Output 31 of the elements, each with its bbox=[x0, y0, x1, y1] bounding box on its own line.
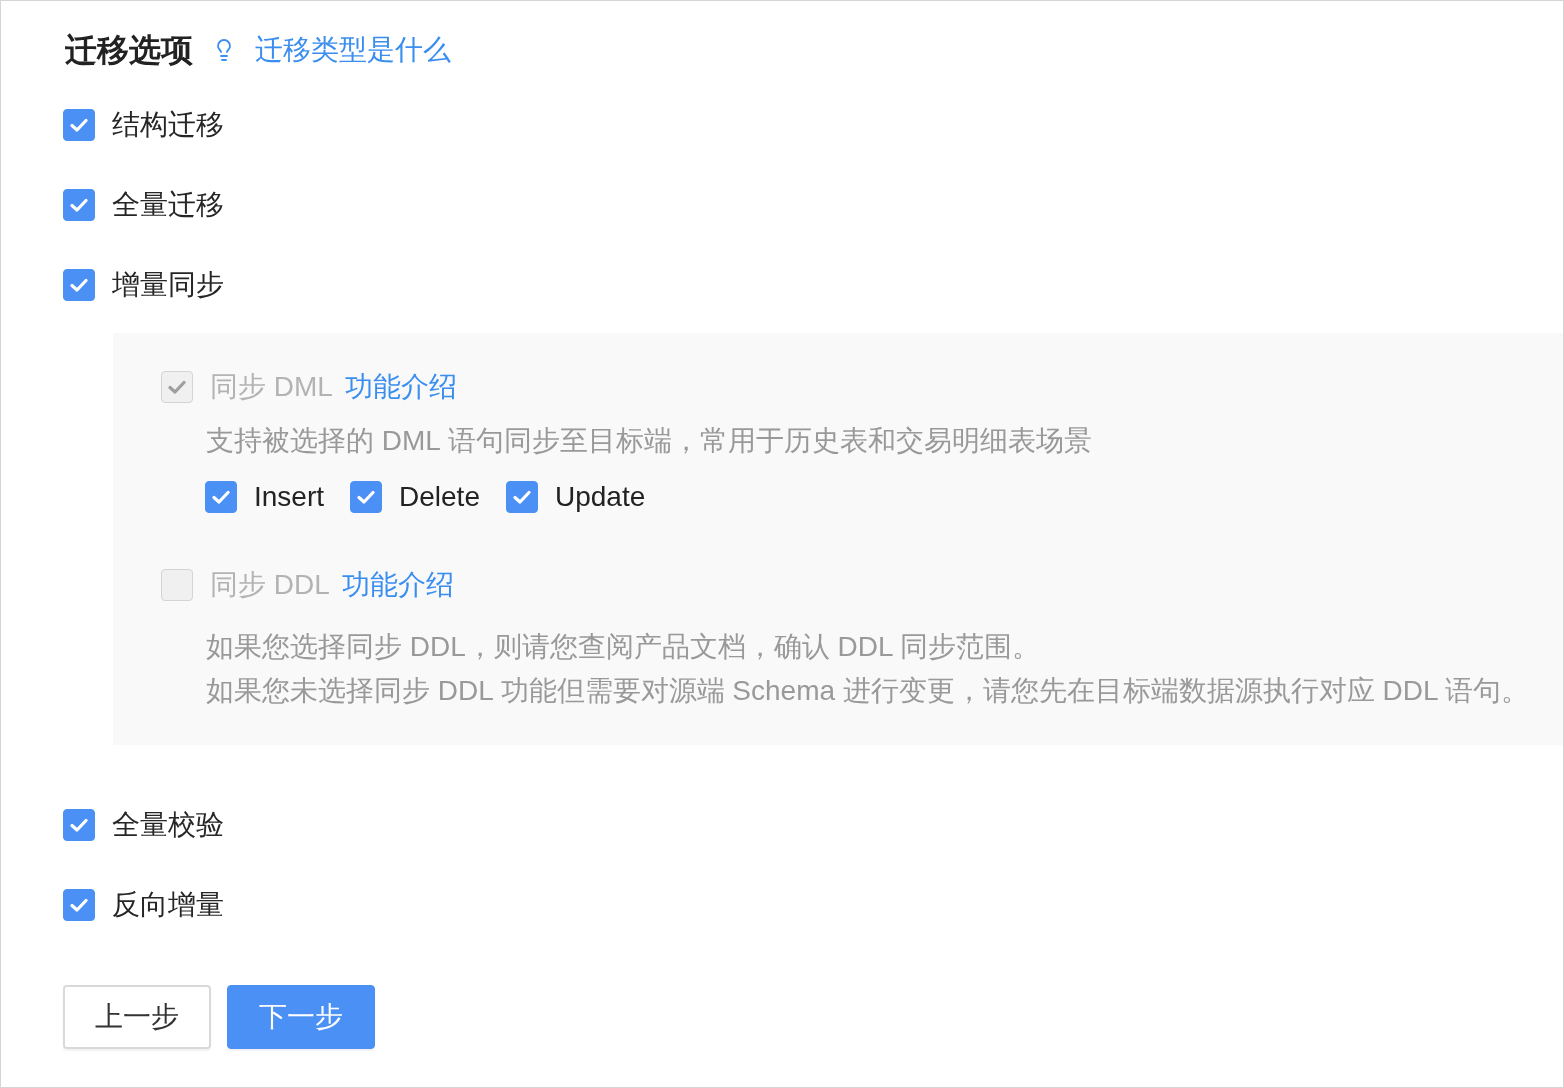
checkbox[interactable] bbox=[63, 889, 95, 921]
check-icon bbox=[168, 380, 186, 394]
back-button[interactable]: 上一步 bbox=[63, 985, 211, 1049]
check-icon bbox=[357, 490, 376, 504]
check-icon bbox=[70, 278, 88, 292]
check-icon bbox=[212, 490, 230, 504]
section-title: 迁移选项 bbox=[65, 31, 193, 70]
help-link[interactable]: 迁移类型是什么 bbox=[255, 29, 451, 71]
checkbox[interactable] bbox=[63, 109, 95, 141]
setting-label: 同步 DML bbox=[210, 370, 333, 404]
checkbox[interactable] bbox=[63, 809, 95, 841]
option-label: 反向增量 bbox=[112, 888, 224, 922]
option-label: 结构迁移 bbox=[112, 108, 224, 142]
operation-label: Delete bbox=[399, 480, 480, 514]
option-label: 增量同步 bbox=[112, 268, 224, 302]
operation-label: Update bbox=[554, 480, 646, 514]
option-label: 全量校验 bbox=[112, 808, 224, 842]
checkbox[interactable] bbox=[63, 269, 95, 301]
description-text: 支持被选择的 DML 语句同步至目标端，常用于历史表和交易明细表场景 bbox=[206, 424, 1093, 458]
description-text: 如果您选择同步 DDL，则请您查阅产品文档，确认 DDL 同步范围。 bbox=[206, 630, 1042, 664]
check-icon bbox=[70, 818, 88, 832]
next-button[interactable]: 下一步 bbox=[227, 985, 375, 1049]
check-icon bbox=[70, 118, 88, 132]
setting-label: 同步 DDL bbox=[210, 568, 330, 602]
description-text: 如果您未选择同步 DDL 功能但需要对源端 Schema 进行变更，请您先在目标端数据源执行对应 DDL 语句。 bbox=[206, 674, 1531, 708]
checkbox[interactable] bbox=[63, 189, 95, 221]
check-icon bbox=[512, 490, 531, 504]
option-label: 全量迁移 bbox=[112, 188, 224, 222]
check-icon bbox=[70, 898, 88, 912]
check-icon bbox=[70, 198, 88, 212]
operation-label: Insert bbox=[254, 480, 325, 514]
